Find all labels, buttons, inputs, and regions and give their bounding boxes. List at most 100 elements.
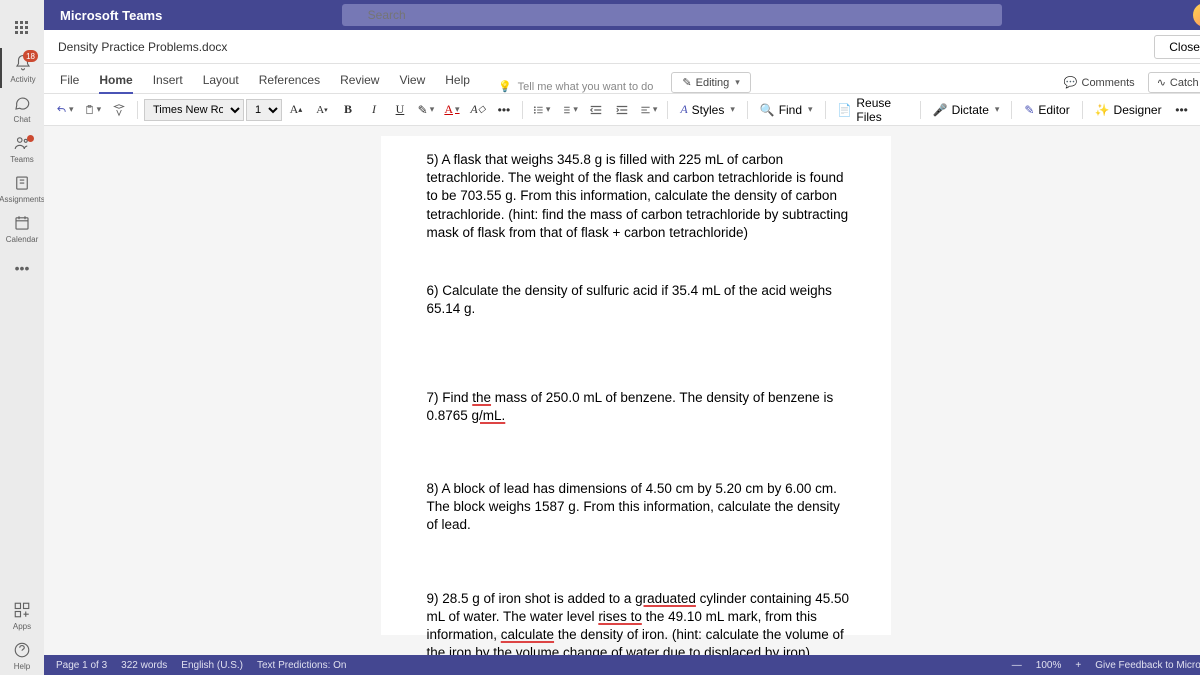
styles-button[interactable]: AStyles▾ — [674, 102, 741, 117]
document-viewport: 5) A flask that weighs 345.8 g is filled… — [44, 126, 1200, 655]
nav-help-label: Help — [14, 662, 30, 671]
dictate-button[interactable]: 🎤Dictate▾ — [927, 103, 1006, 117]
align-button[interactable]: ▾ — [636, 98, 662, 122]
separator — [522, 101, 523, 119]
numbering-button[interactable]: ▾ — [556, 98, 582, 122]
nav-apps[interactable]: Apps — [0, 595, 44, 635]
clear-formatting-button[interactable]: A◇ — [466, 98, 490, 122]
bold-button[interactable]: B — [336, 98, 360, 122]
status-right: — 100% + Give Feedback to Microsoft — [1008, 660, 1200, 671]
tab-review[interactable]: Review — [330, 67, 389, 93]
decrease-indent-button[interactable] — [584, 98, 608, 122]
increase-indent-button[interactable] — [610, 98, 634, 122]
font-name-select[interactable]: Times New Ro... — [144, 99, 244, 121]
italic-button[interactable]: I — [362, 98, 386, 122]
collapse-ribbon-button[interactable]: ⌄ — [1196, 100, 1200, 120]
question-7: 7) Find the mass of 250.0 mL of benzene.… — [426, 389, 853, 425]
chevron-down-icon: ▾ — [97, 104, 102, 115]
tab-file[interactable]: File — [50, 67, 89, 93]
more-icon: ••• — [12, 258, 32, 278]
reuse-icon: 📄 — [837, 103, 852, 117]
editor-label: Editor — [1038, 103, 1069, 117]
find-button[interactable]: 🔍Find▾ — [754, 103, 819, 117]
font-color-button[interactable]: A▾ — [440, 98, 464, 122]
tab-home[interactable]: Home — [89, 67, 142, 93]
tell-me-search[interactable]: 💡 Tell me what you want to do — [498, 80, 653, 93]
text-predictions[interactable]: Text Predictions: On — [257, 660, 346, 671]
grow-font-button[interactable]: A▴ — [284, 98, 308, 122]
zoom-out-button[interactable]: — — [1008, 660, 1026, 671]
tell-me-label: Tell me what you want to do — [518, 81, 654, 93]
topbar: Microsoft Teams — [44, 0, 1200, 30]
comments-button[interactable]: 💬 Comments — [1055, 72, 1144, 93]
nav-assignments[interactable]: Assignments — [0, 168, 44, 208]
chevron-down-icon: ▾ — [573, 104, 578, 115]
nav-calendar-label: Calendar — [6, 235, 38, 244]
chevron-down-icon: ▾ — [730, 104, 735, 115]
tab-layout[interactable]: Layout — [193, 67, 249, 93]
catchup-button[interactable]: ∿ Catch up — [1148, 72, 1200, 93]
designer-button[interactable]: ✨Designer — [1089, 103, 1168, 117]
font-size-select[interactable]: 14 — [246, 99, 282, 121]
zoom-level[interactable]: 100% — [1036, 660, 1062, 671]
bullets-button[interactable]: ▾ — [529, 98, 555, 122]
tab-references[interactable]: References — [249, 67, 330, 93]
underline-button[interactable]: U — [388, 98, 412, 122]
question-9: 9) 28.5 g of iron shot is added to a gra… — [426, 590, 853, 655]
zoom-in-button[interactable]: + — [1071, 660, 1085, 671]
format-painter-button[interactable] — [107, 98, 131, 122]
nav-chat-label: Chat — [14, 115, 31, 124]
nav-help[interactable]: Help — [0, 635, 44, 675]
paste-button[interactable]: ▾ — [80, 98, 106, 122]
shrink-font-button[interactable]: A▾ — [310, 98, 334, 122]
chevron-down-icon: ▾ — [430, 104, 435, 115]
calendar-icon — [12, 213, 32, 233]
toolbar: ▾ ▾ Times New Ro... 14 A▴ A▾ B I U ✎▾ A▾… — [44, 94, 1200, 126]
chat-icon — [12, 93, 32, 113]
tab-insert[interactable]: Insert — [143, 67, 193, 93]
designer-label: Designer — [1114, 103, 1162, 117]
search-input[interactable] — [342, 4, 1002, 26]
nav-teams-label: Teams — [10, 155, 34, 164]
catchup-icon: ∿ — [1157, 76, 1166, 89]
editing-label: Editing — [696, 77, 730, 89]
highlight-button[interactable]: ✎▾ — [414, 98, 438, 122]
find-label: Find — [779, 103, 802, 117]
document-page[interactable]: 5) A flask that weighs 345.8 g is filled… — [381, 136, 891, 635]
nav-teams[interactable]: Teams — [0, 128, 44, 168]
lightbulb-icon: 💡 — [498, 80, 512, 93]
avatar[interactable] — [1193, 3, 1200, 27]
nav-chat[interactable]: Chat — [0, 88, 44, 128]
word-count[interactable]: 322 words — [121, 660, 167, 671]
reuse-files-button[interactable]: 📄Reuse Files — [831, 96, 913, 124]
chevron-down-icon: ▾ — [455, 104, 460, 115]
nav-calendar[interactable]: Calendar — [0, 208, 44, 248]
separator — [667, 101, 668, 119]
nav-activity[interactable]: 18 Activity — [0, 48, 44, 88]
editing-mode-button[interactable]: ✎ Editing ▾ — [671, 72, 750, 93]
editor-icon: ✎ — [1024, 103, 1034, 117]
chevron-down-icon: ▾ — [546, 104, 551, 115]
page-indicator[interactable]: Page 1 of 3 — [56, 660, 107, 671]
waffle-menu[interactable] — [0, 8, 44, 48]
editor-button[interactable]: ✎ Editor — [1018, 103, 1075, 117]
language-indicator[interactable]: English (U.S.) — [181, 660, 243, 671]
nav-apps-label: Apps — [13, 622, 31, 631]
ribbon-tabs: File Home Insert Layout References Revie… — [44, 64, 1200, 94]
chevron-down-icon: ▾ — [69, 104, 74, 115]
nav-assignments-label: Assignments — [0, 195, 45, 204]
tab-help[interactable]: Help — [435, 67, 480, 93]
undo-button[interactable]: ▾ — [52, 98, 78, 122]
ribbon-right: 💬 Comments ∿ Catch up — [1055, 72, 1200, 93]
document-scroll[interactable]: 5) A flask that weighs 345.8 g is filled… — [44, 126, 1200, 655]
close-button[interactable]: Close — [1154, 35, 1200, 59]
tab-view[interactable]: View — [389, 67, 435, 93]
question-8: 8) A block of lead has dimensions of 4.5… — [426, 480, 853, 535]
separator — [137, 101, 138, 119]
catchup-label: Catch up — [1170, 77, 1200, 89]
more-toolbar-button[interactable]: ••• — [1170, 98, 1194, 122]
mic-icon: 🎤 — [933, 103, 948, 117]
nav-more[interactable]: ••• — [0, 248, 44, 288]
feedback-link[interactable]: Give Feedback to Microsoft — [1095, 660, 1200, 671]
more-font-button[interactable]: ••• — [492, 98, 516, 122]
